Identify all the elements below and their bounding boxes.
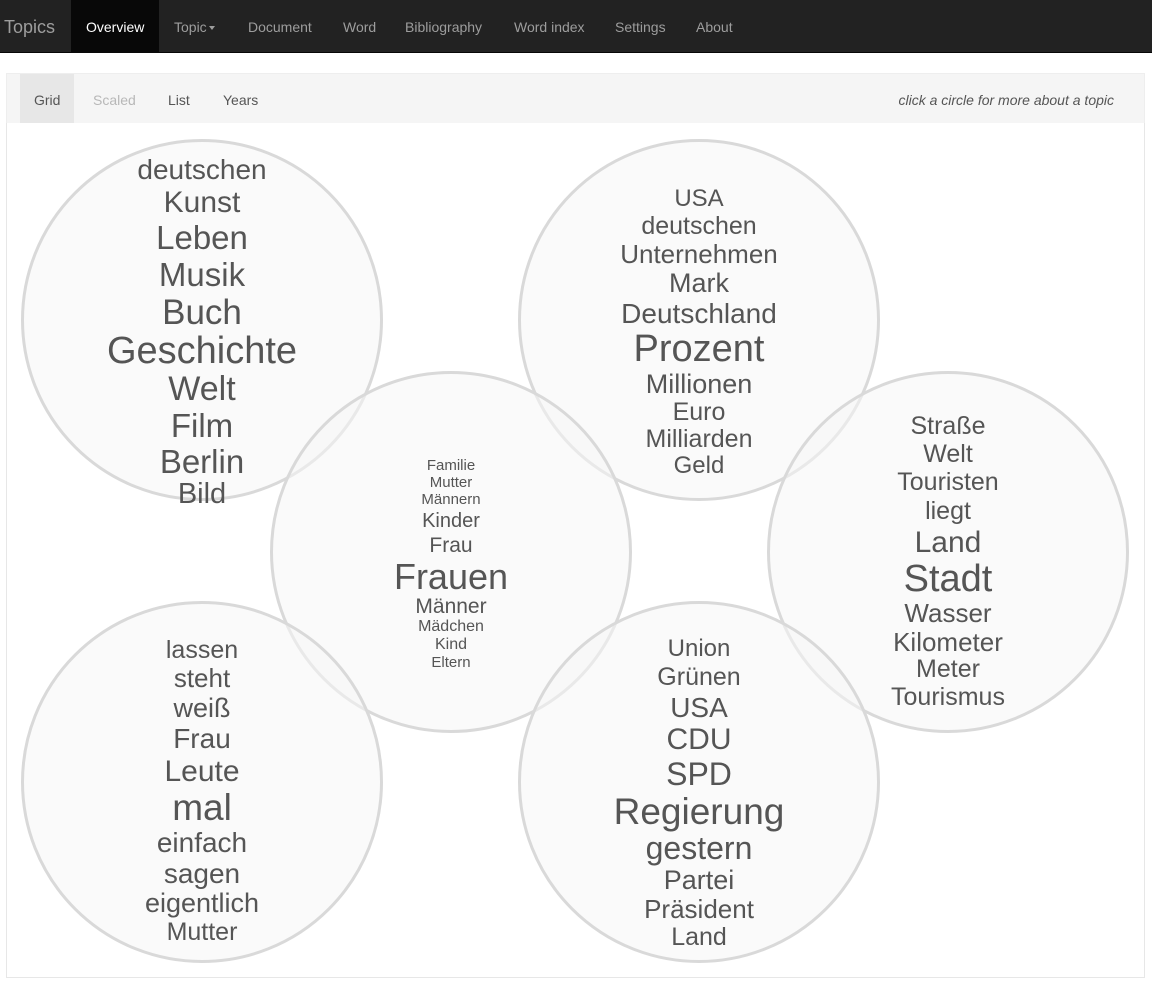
nav-document[interactable]: Document: [233, 0, 327, 52]
topic-word: Mark: [669, 268, 729, 298]
topic-word: deutschen: [641, 212, 757, 240]
topic-word: Männer: [415, 595, 487, 618]
nav-topic-dropdown[interactable]: Topic: [159, 0, 230, 52]
tab-list[interactable]: List: [154, 74, 204, 124]
topic-word: Union: [667, 635, 731, 662]
topic-word: lassen: [165, 636, 239, 664]
topic-word: Männern: [421, 491, 481, 508]
nav-overview[interactable]: Overview: [71, 0, 160, 52]
topic-word: Millionen: [645, 369, 753, 399]
topic-words-5: lassen steht weiß Frau Leute mal einfach…: [24, 636, 380, 946]
topic-words-6: Union Grünen USA CDU SPD Regierung geste…: [521, 635, 877, 951]
topic-word: eigentlich: [144, 888, 260, 918]
topic-circle-6[interactable]: Union Grünen USA CDU SPD Regierung geste…: [518, 601, 880, 963]
topic-word: Prozent: [633, 328, 765, 370]
topic-word: Wasser: [904, 598, 992, 628]
nav-settings[interactable]: Settings: [600, 0, 681, 52]
topic-word: Mutter: [166, 918, 238, 946]
nav-bibliography[interactable]: Bibliography: [390, 0, 497, 52]
topic-word: Familie: [426, 457, 476, 474]
tab-grid[interactable]: Grid: [20, 74, 75, 124]
topic-word: Präsident: [644, 894, 754, 924]
topic-word: Mädchen: [418, 618, 484, 635]
topic-word: Buch: [162, 293, 242, 332]
topic-word: sagen: [163, 858, 241, 889]
topic-word: Kinder: [422, 510, 480, 532]
nav-word-index[interactable]: Word index: [499, 0, 600, 52]
topic-word: USA: [674, 185, 724, 212]
topic-word: deutschen: [137, 154, 267, 185]
topic-word: Welt: [923, 440, 973, 468]
nav-word[interactable]: Word: [328, 0, 391, 52]
topic-word: weiß: [173, 693, 231, 723]
topic-word: Kunst: [163, 186, 241, 219]
topic-word: Frau: [173, 723, 231, 754]
topic-word: Leben: [156, 219, 248, 256]
topic-word: CDU: [666, 723, 732, 756]
topic-word: steht: [173, 663, 231, 693]
nav-about[interactable]: About: [681, 0, 748, 52]
topic-word: Geschichte: [106, 330, 298, 372]
topic-circle-5[interactable]: lassen steht weiß Frau Leute mal einfach…: [21, 601, 383, 963]
top-navbar: Topics Overview Topic Document Word Bibl…: [0, 0, 1152, 53]
topic-word: Mutter: [429, 474, 473, 491]
topic-word: Touristen: [897, 468, 999, 496]
nav-topic-label: Topic: [174, 19, 207, 35]
topic-word: Partei: [663, 865, 735, 895]
tab-years[interactable]: Years: [209, 74, 272, 124]
topic-word: Leute: [164, 755, 240, 788]
instruction-hint: click a circle for more about a topic: [898, 92, 1114, 108]
topic-word: Deutschland: [621, 298, 777, 329]
topic-word: Grünen: [657, 663, 741, 691]
topic-word: liegt: [925, 497, 971, 525]
topic-word: Frauen: [393, 556, 509, 597]
topic-word: Land: [914, 526, 982, 559]
view-mode-bar: Grid Scaled List Years click a circle fo…: [6, 73, 1145, 124]
topic-word: Straße: [910, 412, 986, 440]
caret-down-icon: [208, 26, 215, 31]
topic-word: einfach: [156, 827, 248, 858]
topic-word: USA: [670, 692, 728, 723]
topic-word: mal: [172, 787, 232, 828]
topic-word: Stadt: [903, 558, 993, 600]
topic-word: SPD: [666, 756, 732, 792]
brand-link[interactable]: Topics: [4, 0, 55, 53]
topic-word: Welt: [168, 370, 236, 408]
topic-word: Frau: [429, 534, 473, 557]
topic-word: Unternehmen: [620, 239, 778, 269]
topic-word: gestern: [645, 830, 753, 866]
topic-word: Land: [671, 923, 727, 951]
tab-scaled: Scaled: [93, 92, 136, 108]
topic-word: Musik: [158, 256, 246, 293]
topic-word: Regierung: [613, 791, 785, 832]
